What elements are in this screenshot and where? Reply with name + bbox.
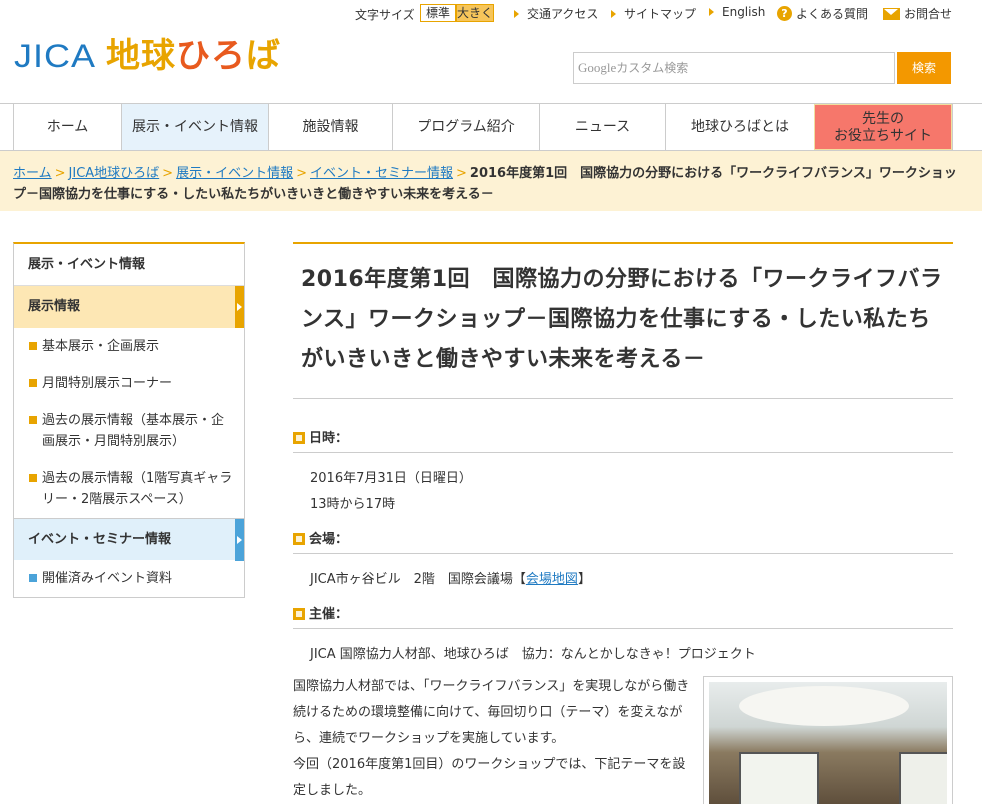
- nav-teachers-site[interactable]: 先生の お役立ちサイト: [814, 104, 952, 150]
- event-details: 日時： 2016年7月31日（日曜日） 13時から17時 会場： JICA市ヶ谷ビ…: [293, 429, 953, 680]
- chevron-right-icon: [235, 286, 244, 328]
- side-cat-events-seminars[interactable]: イベント・セミナー情報: [14, 518, 244, 561]
- venue-label: 会場：: [293, 530, 953, 554]
- side-item-monthly-exhibition[interactable]: 月間特別展示コーナー: [14, 365, 244, 402]
- logo-jica: JICA: [14, 37, 97, 74]
- venue-value: JICA市ヶ谷ビル 2階 国際会議場【会場地図】: [310, 572, 591, 587]
- side-nav-head: 展示・イベント情報: [14, 244, 244, 286]
- breadcrumb: ホーム > JICA地球ひろば > 展示・イベント情報 > イベント・セミナー情報 >2016…: [0, 151, 982, 211]
- font-size-label: 文字サイズ: [355, 8, 415, 22]
- nav-programs[interactable]: プログラム紹介: [392, 104, 539, 150]
- bullet-icon: [29, 474, 37, 482]
- date-value: 2016年7月31日（日曜日） 13時から17時: [310, 471, 472, 512]
- intro-paragraph-2: 今回（2016年度第1回目）のワークショップでは、下記テーマを設定しました。: [293, 757, 686, 798]
- venue-map-link[interactable]: 会場地図: [526, 572, 578, 587]
- breadcrumb-jica-hiroba[interactable]: JICA地球ひろば: [69, 166, 160, 181]
- sitemap-link[interactable]: サイトマップ: [611, 5, 696, 22]
- search-input[interactable]: Googleカスタム検索: [573, 52, 895, 84]
- arrow-icon: [514, 9, 519, 18]
- nav-news[interactable]: ニュース: [539, 104, 665, 150]
- side-nav: 展示・イベント情報 展示情報 基本展示・企画展示 月間特別展示コーナー 過去の展…: [13, 242, 245, 598]
- intro-paragraph-1: 国際協力人材部では、「ワークライフバランス」を実現しながら働き続けるための環境整…: [293, 679, 690, 746]
- side-item-past-event-materials[interactable]: 開催済みイベント資料: [14, 560, 244, 597]
- main-content: 2016年度第1回 国際協力の分野における「ワークライフバランス」ワークショップ…: [293, 242, 953, 804]
- chevron-right-icon: [235, 519, 244, 561]
- title-box: 2016年度第1回 国際協力の分野における「ワークライフバランス」ワークショップ…: [293, 242, 953, 399]
- side-item-past-exhibitions-2[interactable]: 過去の展示情報（1階写真ギャラリー・2階展示スペース）: [14, 460, 244, 518]
- nav-facilities[interactable]: 施設情報: [268, 104, 392, 150]
- bullet-icon: [29, 379, 37, 387]
- google-label: Google: [578, 60, 617, 75]
- arrow-icon: [709, 8, 714, 16]
- nav-home[interactable]: ホーム: [13, 104, 121, 150]
- bullet-icon: [29, 416, 37, 424]
- utility-bar: 文字サイズ 標準 大きく 交通アクセス サイトマップ English ? よくある…: [0, 4, 982, 22]
- faq-link[interactable]: ? よくある質問: [777, 5, 868, 22]
- nav-exhibitions-events[interactable]: 展示・イベント情報: [121, 104, 268, 150]
- english-link[interactable]: English: [709, 5, 765, 19]
- mail-icon: [883, 7, 900, 20]
- page-title: 2016年度第1回 国際協力の分野における「ワークライフバランス」ワークショップ…: [301, 267, 943, 372]
- access-link[interactable]: 交通アクセス: [514, 5, 598, 22]
- font-size-large-button[interactable]: 大きく: [456, 4, 494, 22]
- event-photo: [703, 676, 953, 804]
- bullet-icon: [29, 342, 37, 350]
- search-button[interactable]: 検索: [897, 52, 951, 84]
- nav-about[interactable]: 地球ひろばとは: [665, 104, 814, 150]
- intro-text: 国際協力人材部では、「ワークライフバランス」を実現しながら働き続けるための環境整…: [293, 674, 693, 804]
- breadcrumb-home[interactable]: ホーム: [13, 166, 52, 181]
- search-placeholder: カスタム検索: [616, 61, 689, 75]
- square-bullet-icon: [293, 432, 305, 444]
- square-bullet-icon: [293, 608, 305, 620]
- arrow-icon: [611, 9, 616, 18]
- contact-link[interactable]: お問合せ: [883, 5, 952, 22]
- logo-chikyu-hiroba: 地球ひろば: [106, 36, 282, 76]
- side-item-past-exhibitions-1[interactable]: 過去の展示情報（基本展示・企画展示・月間特別展示）: [14, 402, 244, 460]
- square-bullet-icon: [293, 533, 305, 545]
- host-label: 主催：: [293, 605, 953, 629]
- side-cat-exhibitions[interactable]: 展示情報: [14, 286, 244, 328]
- side-item-basic-exhibition[interactable]: 基本展示・企画展示: [14, 328, 244, 365]
- bullet-icon: [29, 574, 37, 582]
- question-icon: ?: [777, 6, 792, 21]
- date-label: 日時：: [293, 429, 953, 453]
- site-logo[interactable]: JICA 地球ひろば: [14, 36, 281, 76]
- breadcrumb-exhibitions-events[interactable]: 展示・イベント情報: [176, 166, 293, 181]
- breadcrumb-events-seminars[interactable]: イベント・セミナー情報: [310, 166, 453, 181]
- font-size-standard-button[interactable]: 標準: [420, 4, 456, 22]
- host-value: JICA 国際協力人材部、地球ひろば 協力：なんとかしなきゃ！プロジェクト: [310, 647, 756, 662]
- global-nav: ホーム 展示・イベント情報 施設情報 プログラム紹介 ニュース 地球ひろばとは …: [0, 103, 982, 151]
